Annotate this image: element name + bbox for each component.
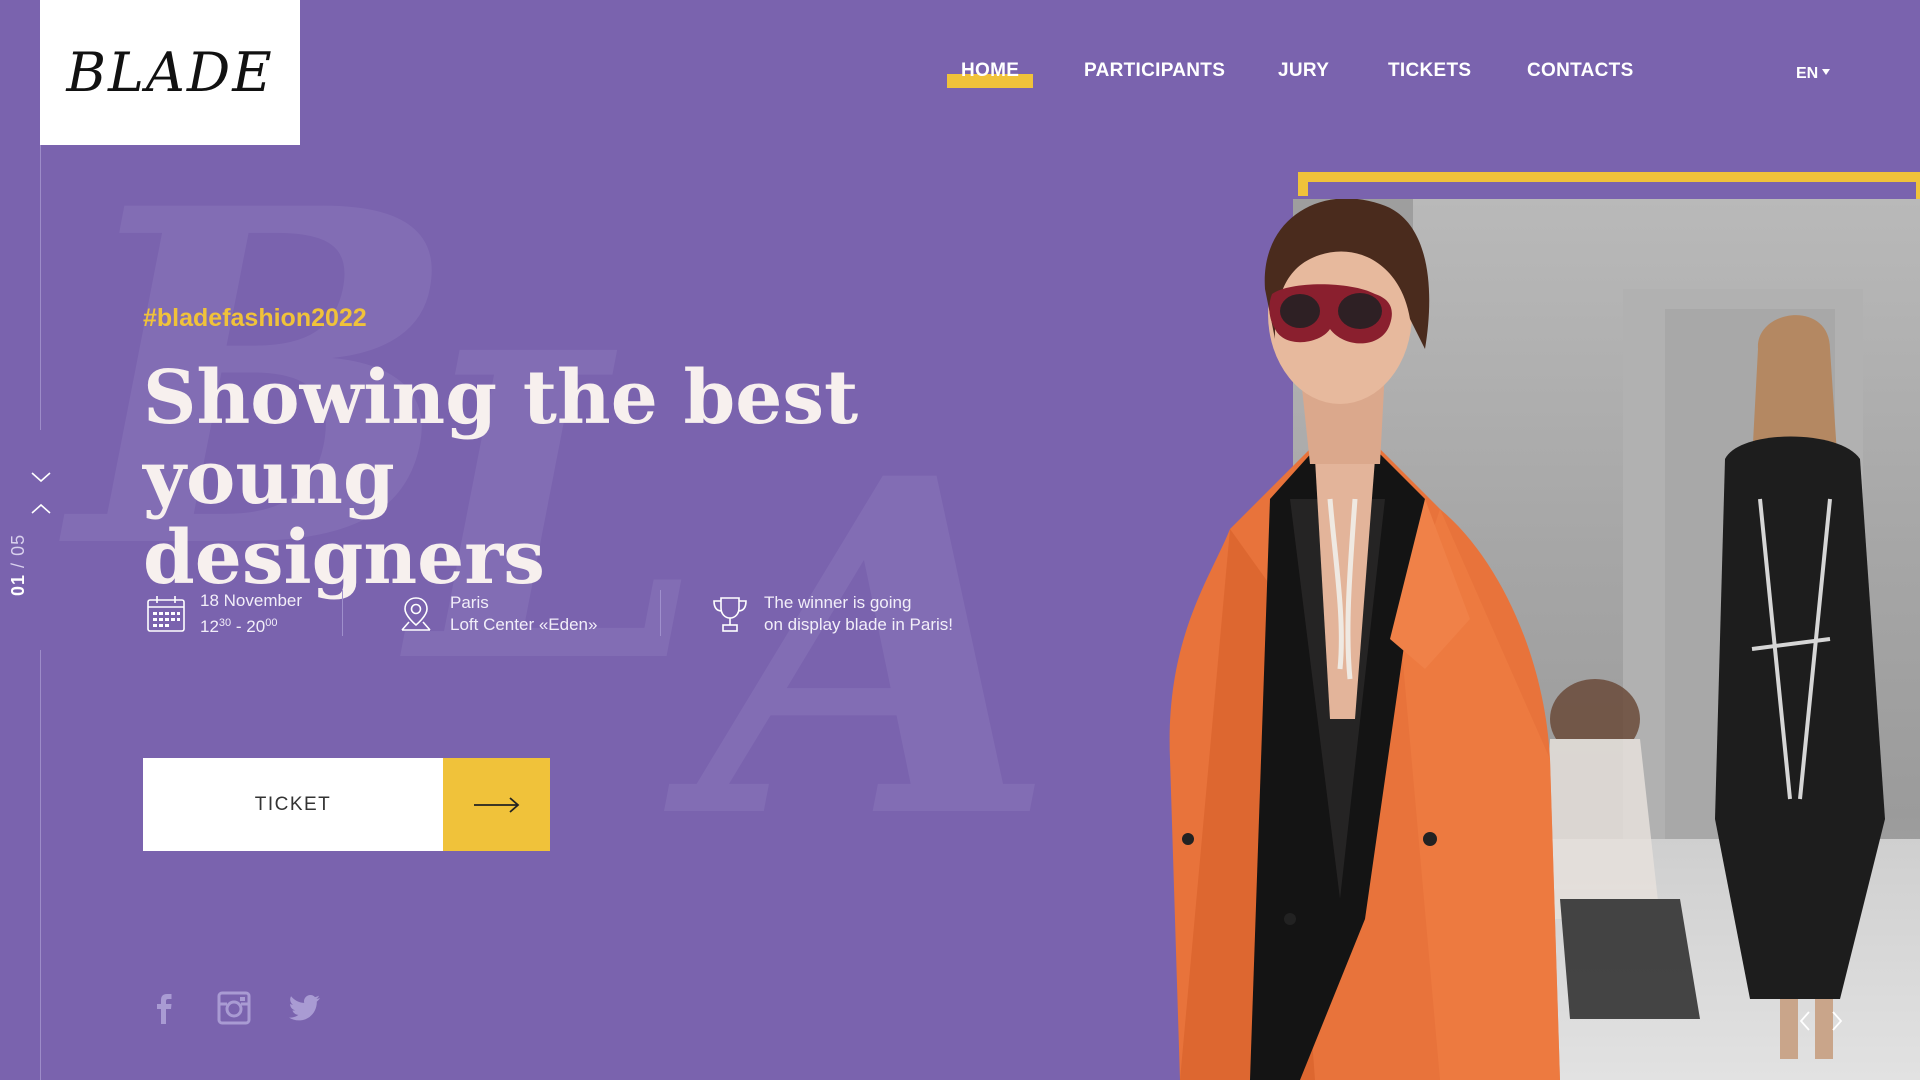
nav-item-tickets[interactable]: TICKETS (1388, 60, 1471, 82)
arrow-right-icon (443, 758, 550, 851)
nav-item-jury[interactable]: JURY (1278, 60, 1329, 82)
photo-frame-accent (1298, 172, 1920, 182)
logo-text: BLADE (66, 41, 274, 104)
prize-text: The winner is going on display blade in … (764, 592, 953, 636)
nav-item-participants[interactable]: PARTICIPANTS (1084, 60, 1225, 82)
prize-line-2: on display blade in Paris! (764, 615, 954, 634)
date-text: 18 November 1230 - 2000 (200, 590, 302, 638)
background-model (1715, 315, 1885, 1059)
event-time: 1230 - 2000 (200, 617, 278, 636)
slide-total: 05 (8, 533, 28, 556)
headline-line-1: Showing the best young (143, 355, 859, 521)
chevron-up-icon[interactable] (26, 498, 56, 520)
nav-item-home[interactable]: HOME (946, 60, 1034, 88)
brand-logo[interactable]: BLADE (40, 0, 300, 145)
calendar-icon (147, 596, 185, 632)
twitter-icon[interactable] (286, 990, 322, 1026)
photo-slider-nav (1796, 1008, 1846, 1034)
nav-item-contacts[interactable]: CONTACTS (1527, 60, 1634, 82)
location-venue: Loft Center «Eden» (450, 615, 598, 634)
facebook-icon[interactable] (146, 990, 182, 1026)
location-pin-icon (401, 597, 431, 631)
slide-current: 01 (8, 573, 28, 596)
slide-separator: / (8, 561, 28, 568)
hero-hashtag: #bladefashion2022 (143, 304, 367, 332)
trophy-icon (713, 597, 747, 632)
hero-photo (1169, 199, 1885, 1080)
event-day: 18 November (200, 591, 303, 610)
location-text: Paris Loft Center «Eden» (450, 592, 597, 636)
headline-line-2: designers (143, 515, 545, 601)
info-prize: The winner is going on display blade in … (710, 592, 953, 636)
ticket-button-label: TICKET (143, 758, 443, 851)
hero-headline: Showing the best young designers (143, 358, 1043, 598)
left-guide-line-lower (40, 650, 41, 1080)
chevron-down-icon[interactable] (26, 466, 56, 488)
slide-counter: 01 / 05 (8, 516, 29, 596)
chevron-left-icon[interactable] (1796, 1008, 1814, 1034)
info-date: 18 November 1230 - 2000 (146, 590, 302, 638)
main-model (1169, 199, 1560, 1080)
info-divider (660, 590, 661, 636)
audience (1540, 679, 1700, 1019)
chevron-down-icon (1822, 69, 1831, 75)
photo-frame-accent-left (1298, 172, 1308, 196)
language-selector[interactable]: EN (1796, 65, 1831, 83)
prize-line-1: The winner is going (764, 593, 912, 612)
location-city: Paris (450, 593, 489, 612)
language-label: EN (1796, 65, 1819, 82)
social-links (146, 990, 322, 1026)
ticket-button[interactable]: TICKET (143, 758, 550, 851)
instagram-icon[interactable] (216, 990, 252, 1026)
slide-nav (26, 466, 56, 606)
info-location: Paris Loft Center «Eden» (396, 592, 597, 636)
info-divider (342, 590, 343, 636)
chevron-right-icon[interactable] (1828, 1008, 1846, 1034)
